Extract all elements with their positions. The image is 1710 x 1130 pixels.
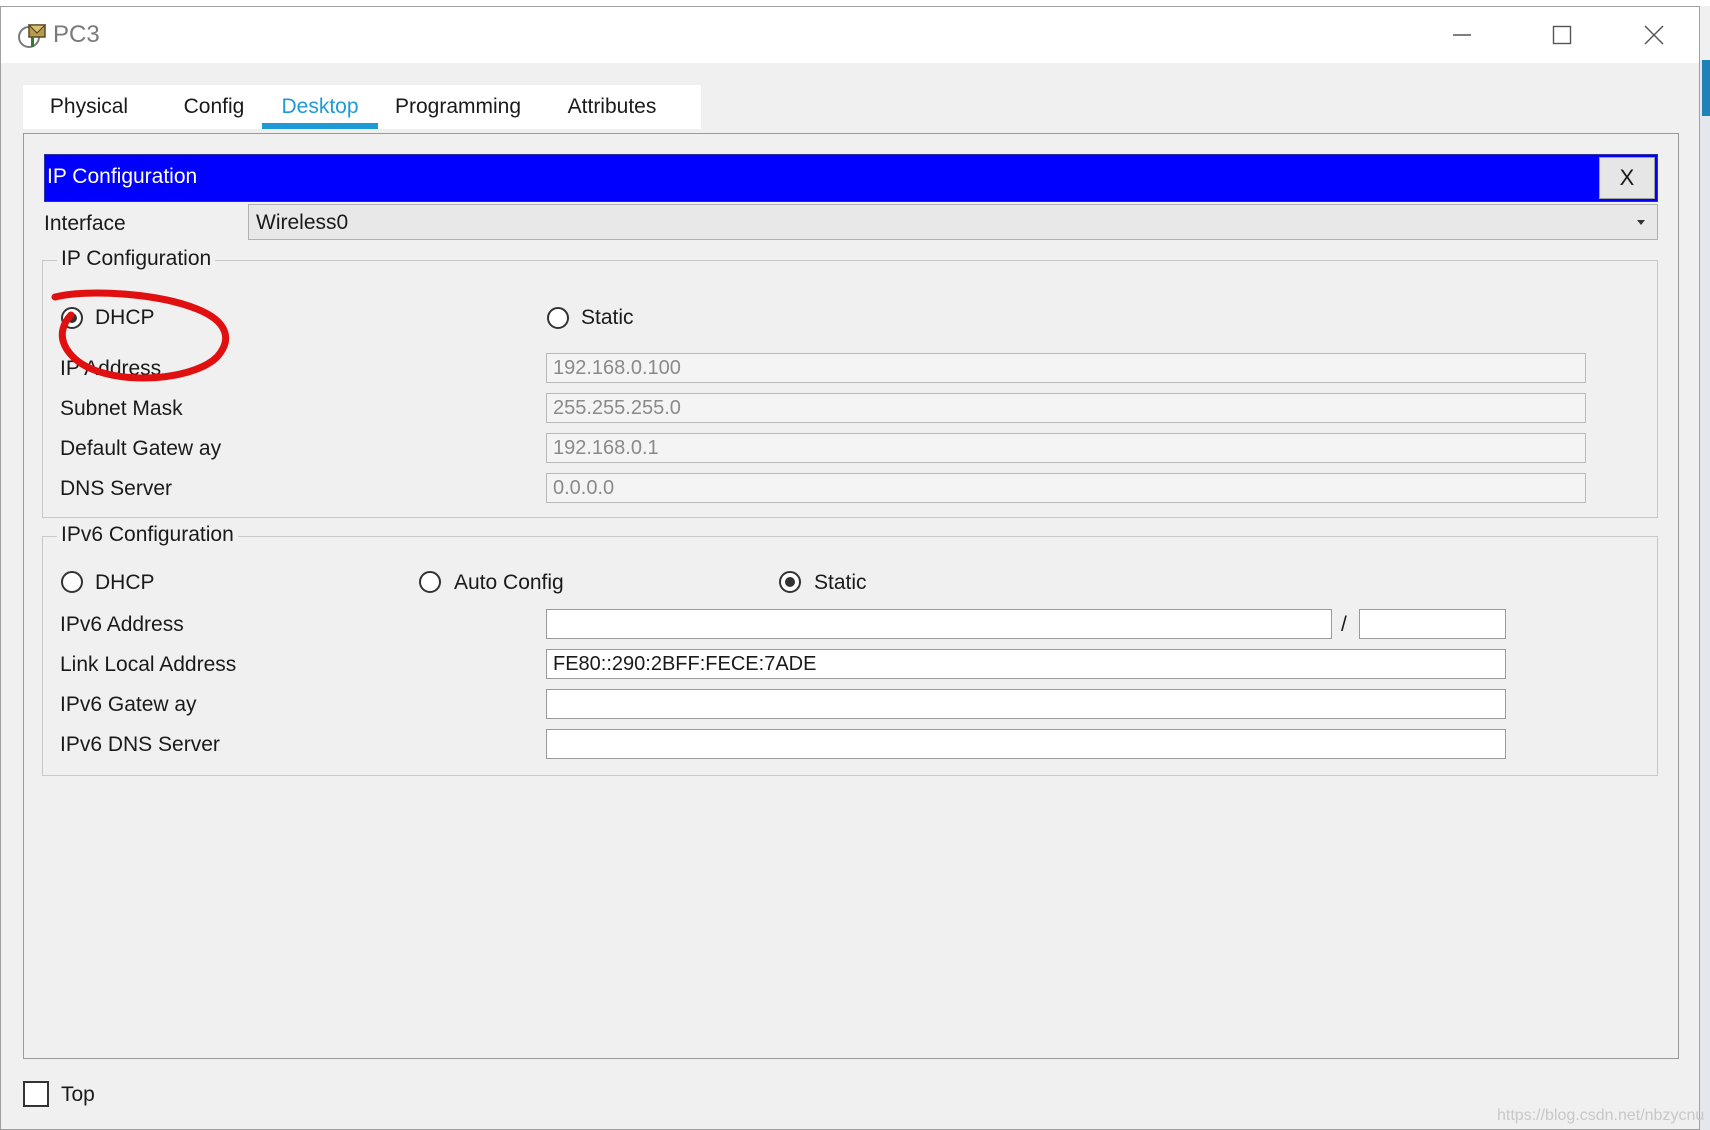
- ipv4-group-title: IP Configuration: [57, 247, 216, 271]
- ipv6-static-radio[interactable]: [779, 571, 801, 593]
- packet-tracer-app-icon: [17, 21, 47, 51]
- ipv4-dhcp-label: DHCP: [95, 306, 155, 329]
- ipv6-address-label: IPv6 Address: [60, 613, 184, 636]
- prefix-separator: /: [1341, 613, 1347, 636]
- ipv6-address-field[interactable]: [546, 609, 1332, 639]
- tab-bar: Physical Config Desktop Programming Attr…: [23, 85, 701, 129]
- tab-physical[interactable]: Physical: [23, 85, 155, 129]
- minimize-button[interactable]: [1427, 13, 1497, 57]
- dns-server-field[interactable]: 0.0.0.0: [546, 473, 1586, 503]
- dns-server-label: DNS Server: [60, 477, 173, 500]
- interface-select[interactable]: Wireless0: [248, 204, 1658, 240]
- interface-label: Interface: [44, 212, 126, 235]
- tab-programming[interactable]: Programming: [378, 85, 538, 129]
- tab-desktop[interactable]: Desktop: [262, 85, 378, 129]
- ip-config-close-button[interactable]: X: [1599, 157, 1655, 199]
- pc3-window: PC3 Physical Config Desktop Programming …: [0, 6, 1704, 1130]
- subnet-mask-label: Subnet Mask: [60, 397, 183, 420]
- close-window-button[interactable]: [1619, 13, 1689, 57]
- ipv4-static-label: Static: [581, 306, 634, 329]
- ip-config-header: IP Configuration X: [44, 154, 1658, 202]
- ipv6-gateway-label: IPv6 Gatew ay: [60, 693, 197, 716]
- tab-config[interactable]: Config: [155, 85, 273, 129]
- watermark: https://blog.csdn.net/nbzycnu: [1497, 1107, 1705, 1124]
- ipv6-dhcp-label: DHCP: [95, 571, 155, 594]
- ip-address-label: IP Address: [60, 357, 162, 380]
- subnet-mask-field[interactable]: 255.255.255.0: [546, 393, 1586, 423]
- window-title: PC3: [53, 21, 100, 48]
- ipv6-prefix-field[interactable]: [1359, 609, 1506, 639]
- ipv6-dns-server-label: IPv6 DNS Server: [60, 733, 220, 756]
- ipv4-dhcp-radio[interactable]: [61, 307, 83, 329]
- ip-config-header-title: IP Configuration: [47, 165, 198, 188]
- ipv6-static-label: Static: [814, 571, 867, 594]
- default-gateway-field[interactable]: 192.168.0.1: [546, 433, 1586, 463]
- top-checkbox[interactable]: [23, 1081, 49, 1107]
- ip-address-field[interactable]: 192.168.0.100: [546, 353, 1586, 383]
- ipv6-dns-server-field[interactable]: [546, 729, 1506, 759]
- ipv6-group-title: IPv6 Configuration: [57, 523, 238, 547]
- maximize-button[interactable]: [1527, 13, 1597, 57]
- tab-attributes[interactable]: Attributes: [538, 85, 686, 129]
- background-window-tab: [1702, 60, 1710, 116]
- ipv6-auto-config-radio[interactable]: [419, 571, 441, 593]
- background-window-edge: [1700, 60, 1710, 1130]
- ipv4-config-group: IP Configuration DHCP Static IP Address …: [42, 247, 1658, 518]
- ipv6-gateway-field[interactable]: [546, 689, 1506, 719]
- interface-select-value: Wireless0: [256, 211, 349, 234]
- desktop-content: IP Configuration X Interface Wireless0 I…: [23, 133, 1679, 1059]
- dropdown-arrow-icon: [1637, 220, 1645, 225]
- link-local-address-label: Link Local Address: [60, 653, 237, 676]
- link-local-address-field[interactable]: FE80::290:2BFF:FECE:7ADE: [546, 649, 1506, 679]
- ipv4-static-radio[interactable]: [547, 307, 569, 329]
- title-bar[interactable]: PC3: [1, 7, 1699, 63]
- ipv6-config-group: IPv6 Configuration DHCP Auto Config Stat…: [42, 523, 1658, 776]
- ipv6-dhcp-radio[interactable]: [61, 571, 83, 593]
- ipv6-auto-config-label: Auto Config: [454, 571, 564, 594]
- top-checkbox-label: Top: [61, 1083, 95, 1106]
- default-gateway-label: Default Gatew ay: [60, 437, 222, 460]
